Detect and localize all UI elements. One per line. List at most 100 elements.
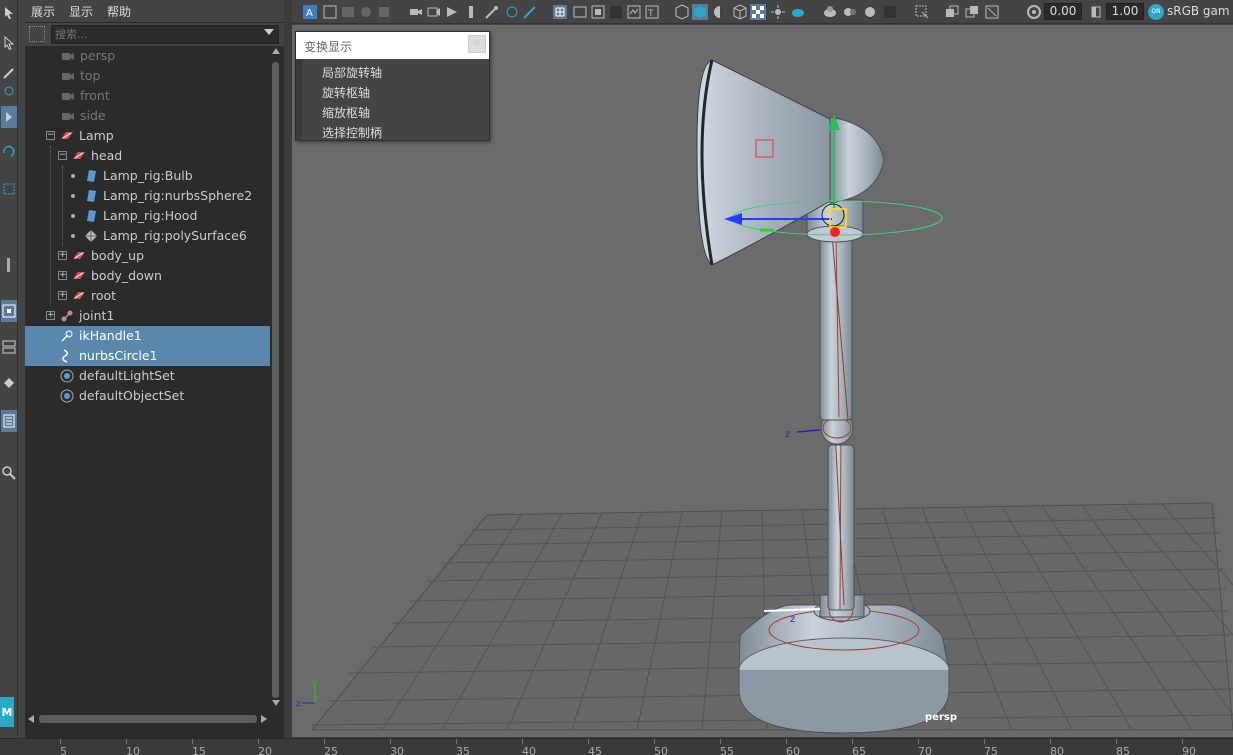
list-item[interactable]: defaultLightSet (25, 366, 270, 386)
scroll-right-icon[interactable] (261, 715, 267, 723)
list-item[interactable]: Lamp_rig:Bulb (25, 166, 270, 186)
collapse-icon[interactable]: − (46, 131, 55, 140)
layout-diamond-icon[interactable] (1, 372, 17, 394)
list-item[interactable]: ikHandle1 (25, 326, 270, 346)
isolate-select-icon[interactable] (822, 4, 838, 20)
list-item[interactable]: defaultObjectSet (25, 386, 270, 406)
item-label: side (80, 108, 106, 123)
list-item[interactable]: + body_up (25, 246, 270, 266)
outliner-vertical-scrollbar[interactable] (270, 46, 282, 710)
scroll-up-icon[interactable] (272, 48, 280, 54)
menu-help[interactable]: 帮助 (107, 3, 131, 20)
scroll-thumb[interactable] (39, 715, 257, 723)
layout-outliner-icon[interactable] (1, 410, 17, 432)
shaded-cube-icon[interactable] (692, 4, 708, 20)
heads-up-icon[interactable] (984, 4, 1000, 20)
search-dropdown-icon[interactable] (264, 29, 274, 35)
shadows-icon[interactable] (674, 4, 690, 20)
list-item[interactable]: + root (25, 286, 270, 306)
list-item[interactable]: nurbsCircle1 (25, 346, 270, 366)
resolution-gate-icon[interactable] (464, 4, 480, 20)
layout-split-icon[interactable] (1, 336, 17, 358)
list-item[interactable]: Lamp_rig:nurbsSphere2 (25, 186, 270, 206)
checker-icon[interactable] (750, 4, 766, 20)
lights-icon[interactable] (770, 4, 786, 20)
bookmark-icon[interactable] (340, 4, 356, 20)
list-item[interactable]: persp (25, 46, 270, 66)
list-item[interactable]: − head (25, 146, 270, 166)
time-slider[interactable]: 5 10 15 20 25 30 35 40 45 50 55 60 65 70 75 80 85 90 (0, 738, 1233, 755)
exposure-field[interactable]: 0.00 (1044, 3, 1082, 20)
panel-separator[interactable] (284, 0, 292, 738)
field-chart-icon[interactable] (504, 4, 520, 20)
menu-item-selection-handle[interactable]: 选择控制柄 (322, 124, 382, 141)
exposure-icon[interactable] (1026, 4, 1042, 20)
safe-action-icon[interactable] (522, 4, 538, 20)
colorspace-label[interactable]: sRGB gam (1167, 3, 1230, 20)
search-input[interactable] (51, 25, 279, 44)
wireframe-icon[interactable] (552, 4, 568, 20)
list-item[interactable]: side (25, 106, 270, 126)
select-tool-icon[interactable] (1, 2, 17, 24)
xray-active-icon[interactable] (944, 4, 960, 20)
scroll-thumb[interactable] (272, 62, 279, 698)
list-item[interactable]: top (25, 66, 270, 86)
use-all-lights-icon[interactable]: T (644, 4, 660, 20)
list-item[interactable]: Lamp_rig:polySurface6 (25, 226, 270, 246)
color-management-toggle[interactable]: ON (1148, 4, 1164, 20)
scroll-down-icon[interactable] (272, 700, 280, 706)
popup-header[interactable]: 变换显示 × (296, 32, 489, 59)
expand-icon[interactable]: + (46, 311, 55, 320)
outliner-horizontal-scrollbar[interactable] (25, 712, 284, 726)
textured-icon[interactable] (626, 4, 642, 20)
lasso-tool-icon[interactable] (1, 32, 17, 54)
list-item[interactable]: − Lamp (25, 126, 270, 146)
marquee-tool-icon[interactable] (1, 178, 17, 200)
depth-of-field-icon[interactable] (790, 4, 806, 20)
menu-item-rotate-pivot[interactable]: 旋转枢轴 (322, 84, 370, 101)
anti-alias-icon[interactable] (882, 4, 898, 20)
grease-pencil-icon[interactable] (408, 4, 424, 20)
menu-item-local-rotation-axes[interactable]: 局部旋转轴 (322, 64, 382, 81)
timeline-tick (852, 739, 853, 744)
menu-show[interactable]: 显示 (69, 3, 93, 20)
expand-icon[interactable]: + (58, 251, 67, 260)
collapse-icon[interactable]: − (58, 151, 67, 160)
backface-icon[interactable] (964, 4, 980, 20)
default-material-icon[interactable] (590, 4, 606, 20)
rotate-tool-icon[interactable] (1, 106, 17, 128)
multisample-icon[interactable] (842, 4, 858, 20)
2d-pan-zoom-icon[interactable] (376, 4, 392, 20)
xray-icon[interactable] (608, 4, 624, 20)
list-item[interactable]: Lamp_rig:Hood (25, 206, 270, 226)
list-item[interactable]: front (25, 86, 270, 106)
gamma-field[interactable]: 1.00 (1106, 3, 1144, 20)
expand-icon[interactable]: + (58, 271, 67, 280)
zoom-icon[interactable] (1, 462, 17, 484)
list-item[interactable]: + body_down (25, 266, 270, 286)
layout-four-icon[interactable] (1, 300, 17, 322)
group-transform-icon (73, 272, 85, 279)
scroll-left-icon[interactable] (28, 715, 34, 723)
film-gate-icon[interactable] (444, 4, 460, 20)
expand-icon[interactable]: + (58, 291, 67, 300)
wireframe-cube-icon[interactable] (732, 4, 748, 20)
grid-toggle-icon[interactable] (426, 4, 442, 20)
gate-mask-icon[interactable] (484, 4, 500, 20)
select-camera-icon[interactable]: A (302, 4, 318, 20)
filter-icon[interactable] (29, 26, 45, 42)
smooth-shade-icon[interactable] (572, 4, 588, 20)
list-item[interactable]: + joint1 (25, 306, 270, 326)
gamma-icon[interactable] (1088, 4, 1104, 20)
xray-joints-icon[interactable] (914, 4, 930, 20)
motion-blur-icon[interactable] (862, 4, 878, 20)
image-plane-icon[interactable] (358, 4, 374, 20)
close-icon[interactable]: × (468, 35, 486, 53)
camera-attributes-icon[interactable] (322, 4, 338, 20)
layout-single-icon[interactable] (1, 254, 17, 276)
menu-item-scale-pivot[interactable]: 缩放枢轴 (322, 104, 370, 121)
menu-display[interactable]: 展示 (31, 3, 55, 20)
scale-tool-icon[interactable] (1, 140, 17, 162)
ambient-occlusion-icon[interactable] (712, 4, 728, 20)
move-tool-icon[interactable] (1, 80, 17, 102)
